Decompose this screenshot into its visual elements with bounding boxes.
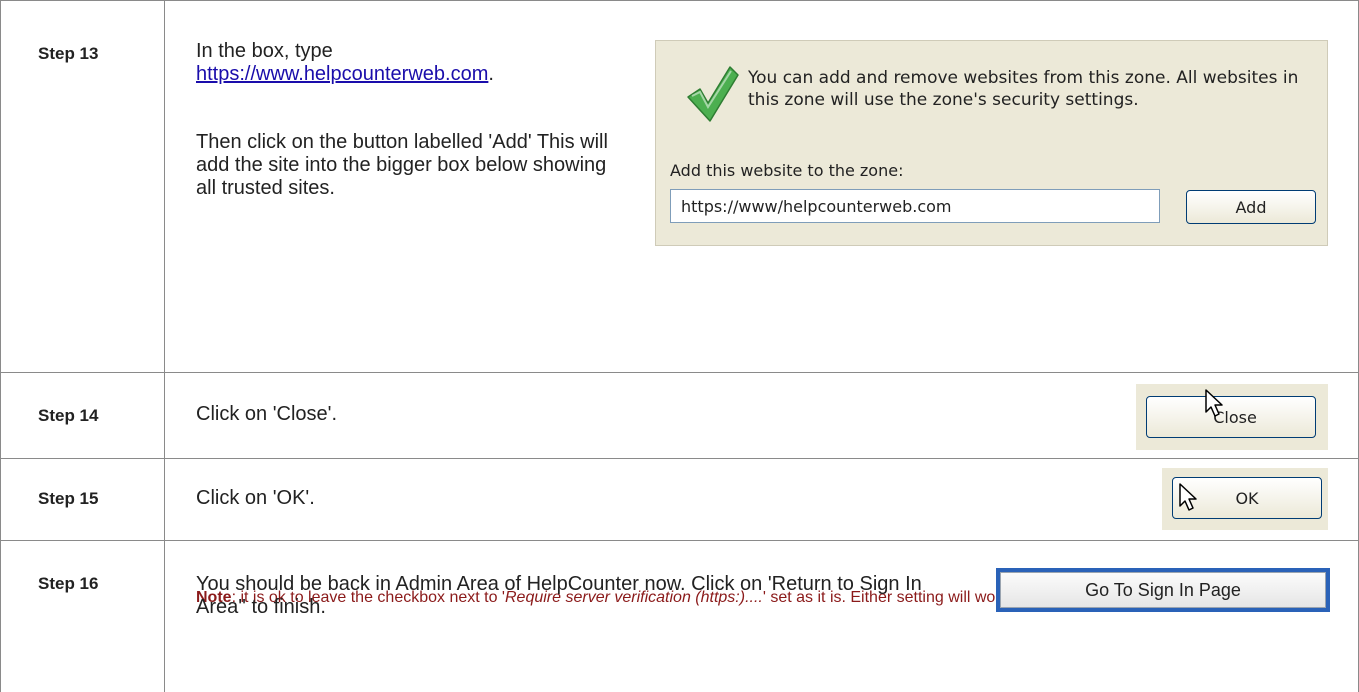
- add-button[interactable]: Add: [1186, 190, 1316, 224]
- ok-button-screenshot: OK: [1162, 468, 1328, 530]
- row-divider: [0, 372, 1359, 373]
- mouse-cursor-icon: [1179, 483, 1197, 511]
- zone-message: You can add and remove websites from thi…: [748, 68, 1299, 110]
- step-label: Step 14: [38, 406, 99, 425]
- row-divider: [0, 540, 1359, 541]
- step-13-instruction: In the box, type https://www.helpcounter…: [196, 40, 616, 86]
- step-14-instruction: Click on 'Close'.: [196, 403, 338, 425]
- helpcounter-link[interactable]: https://www.helpcounterweb.com: [196, 63, 488, 85]
- table-column-divider: [164, 0, 165, 692]
- table-border-top: [0, 0, 1359, 1]
- step-label: Step 13: [38, 44, 99, 63]
- website-input[interactable]: https://www/helpcounterweb.com: [670, 189, 1160, 223]
- instruction-text: In the box, type: [196, 40, 333, 62]
- step-label: Step 16: [38, 574, 99, 593]
- step-16-instruction: You should be back in Admin Area of Help…: [196, 573, 922, 618]
- add-website-label: Add this website to the zone:: [670, 161, 904, 180]
- close-button[interactable]: Close: [1146, 396, 1316, 438]
- step-15-instruction: Click on 'OK'.: [196, 487, 315, 509]
- table-border-left: [0, 0, 1, 692]
- trusted-sites-screenshot: You can add and remove websites from thi…: [655, 40, 1328, 246]
- row-divider: [0, 458, 1359, 459]
- step-13-para: Then click on the button labelled 'Add' …: [196, 131, 608, 199]
- mouse-cursor-icon: [1205, 389, 1223, 417]
- step-label: Step 15: [38, 489, 99, 508]
- go-to-sign-in-button-frame: Go To Sign In Page: [996, 568, 1330, 612]
- checkmark-icon: [687, 66, 739, 122]
- close-button-screenshot: Close: [1136, 384, 1328, 450]
- link-suffix: .: [488, 63, 494, 85]
- go-to-sign-in-button[interactable]: Go To Sign In Page: [1000, 572, 1326, 608]
